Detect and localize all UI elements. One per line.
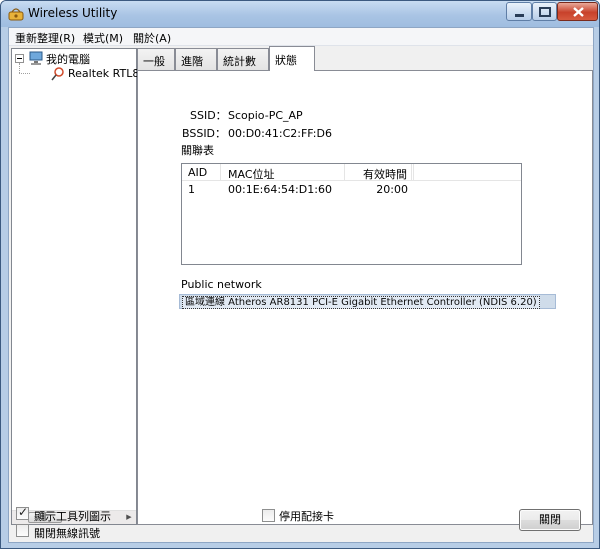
close-window-button[interactable] — [557, 2, 598, 21]
close-icon — [573, 7, 584, 17]
disable-radio-label[interactable]: 關閉無線訊號 — [34, 525, 100, 541]
cell-aid: 1 — [188, 183, 195, 196]
app-window: Wireless Utility 重新整理(R) 模式(M) 關於(A) 我的電 — [0, 0, 600, 549]
menu-bar: 重新整理(R) 模式(M) 關於(A) — [9, 28, 593, 46]
public-network-list[interactable]: 區域連線 Atheros AR8131 PCI-E Gigabit Ethern… — [179, 294, 556, 309]
tab-general[interactable]: 一般 — [137, 48, 175, 70]
status-panel: SSID： Scopio-PC_AP BSSID： 00:D0:41:C2:FF… — [137, 70, 593, 525]
show-tray-icon-checkbox[interactable]: ✓ — [16, 505, 29, 520]
table-row[interactable]: 1 00:1E:64:54:D1:60 20:00 — [182, 181, 521, 198]
association-table[interactable]: AID MAC位址 有效時間 1 00:1E:64:54:D1:60 20:00 — [181, 163, 522, 265]
maximize-icon — [539, 7, 551, 17]
column-header-time[interactable]: 有效時間 — [345, 164, 412, 181]
computer-icon — [29, 51, 43, 65]
disable-radio-checkbox[interactable] — [16, 524, 29, 537]
public-network-label: Public network — [181, 278, 262, 291]
show-tray-icon-label[interactable]: 顯示工具列圖示 — [34, 508, 111, 524]
menu-mode[interactable]: 模式(M) — [81, 30, 125, 46]
window-title: Wireless Utility — [28, 6, 118, 20]
ssid-value: Scopio-PC_AP — [228, 109, 303, 122]
wireless-adapter-icon — [51, 67, 64, 81]
cell-mac: 00:1E:64:54:D1:60 — [228, 183, 332, 196]
tab-statistics[interactable]: 統計數字 — [217, 48, 269, 84]
tree-collapse-toggle[interactable] — [15, 54, 24, 63]
tab-advanced[interactable]: 進階 — [175, 48, 217, 70]
column-header-filler — [412, 164, 414, 181]
public-network-item[interactable]: 區域連線 Atheros AR8131 PCI-E Gigabit Ethern… — [182, 296, 540, 309]
ssid-label: SSID： — [190, 109, 227, 122]
minimize-icon — [515, 14, 524, 17]
minimize-button[interactable] — [506, 2, 532, 21]
tree-connector — [19, 73, 30, 74]
checkmark-icon: ✓ — [18, 505, 29, 519]
table-header: AID MAC位址 有效時間 — [182, 164, 521, 181]
menu-about[interactable]: 關於(A) — [131, 30, 173, 46]
maximize-button[interactable] — [532, 2, 557, 21]
tree-connector — [19, 63, 20, 73]
scroll-right-icon[interactable]: ▶ — [122, 511, 136, 524]
column-header-aid[interactable]: AID — [182, 164, 221, 181]
wireless-utility-icon — [8, 8, 24, 21]
cell-time: 20:00 — [376, 183, 408, 196]
client-area: 重新整理(R) 模式(M) 關於(A) 我的電腦 Realtek RTL81 ◀… — [8, 27, 594, 543]
column-header-mac[interactable]: MAC位址 — [221, 164, 345, 181]
title-bar[interactable]: Wireless Utility — [1, 1, 599, 27]
tree-item-adapter[interactable]: Realtek RTL81 — [68, 67, 146, 80]
disable-adapter-label[interactable]: 停用配接卡 — [279, 508, 334, 524]
bssid-value: 00:D0:41:C2:FF:D6 — [228, 127, 332, 140]
tree-item-my-computer[interactable]: 我的電腦 — [46, 51, 90, 67]
tab-status[interactable]: 狀態 — [269, 46, 315, 71]
device-tree[interactable]: 我的電腦 Realtek RTL81 ◀ ||| ▶ — [11, 48, 146, 525]
close-button[interactable]: 關閉 — [519, 509, 581, 531]
menu-refresh[interactable]: 重新整理(R) — [13, 30, 77, 46]
main-pane: 一般 進階 統計數字 狀態 SSID： Scopio-PC_AP BSSID： … — [137, 46, 593, 525]
disable-adapter-checkbox[interactable] — [262, 509, 275, 522]
bssid-label: BSSID： — [182, 127, 227, 140]
association-table-label: 關聯表 — [181, 144, 214, 157]
